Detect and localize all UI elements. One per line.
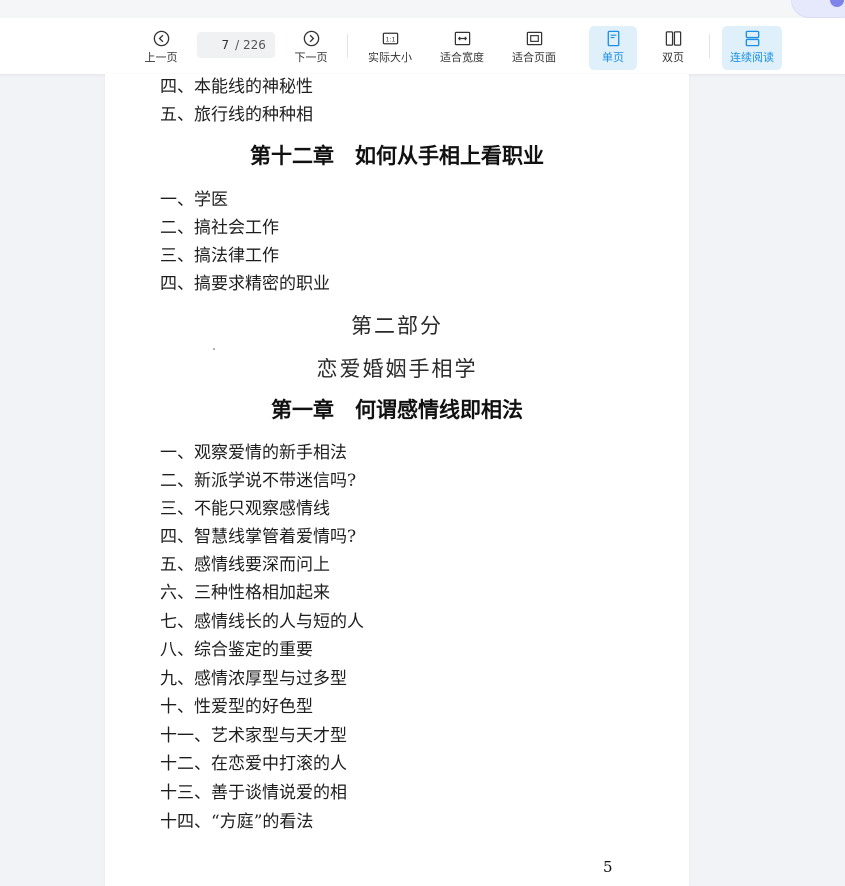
part-title: 第二部分 xyxy=(351,314,443,338)
actual-size-label: 实际大小 xyxy=(368,51,412,64)
toc-line: 四、搞要求精密的职业 xyxy=(160,274,330,294)
toc-line: 九、感情浓厚型与过多型 xyxy=(160,669,347,689)
toc-line: 一、学医 xyxy=(160,190,228,210)
toc-line: 十、性爱型的好色型 xyxy=(160,697,313,717)
continuous-reading-icon xyxy=(745,30,759,47)
page-number: 5 xyxy=(603,858,613,876)
toc-line: 五、感情线要深而问上 xyxy=(160,555,330,575)
fit-width-icon xyxy=(454,31,470,46)
toc-line: 十一、艺术家型与天才型 xyxy=(160,726,347,746)
assistant-floating-button[interactable] xyxy=(791,0,845,18)
toc-line: 七、感情线长的人与短的人 xyxy=(160,612,364,632)
toc-line: 四、智慧线掌管着爱情吗? xyxy=(160,527,357,547)
toc-line: 五、旅行线的种种相 xyxy=(160,105,313,125)
toc-line: 三、搞法律工作 xyxy=(160,246,279,266)
chapter-heading: 第十二章 如何从手相上看职业 xyxy=(250,144,544,168)
fit-page-button[interactable]: 适合页面 xyxy=(506,26,562,70)
toc-line: 四、本能线的神秘性 xyxy=(160,77,313,97)
toc-line: 十三、善于谈情说爱的相 xyxy=(160,783,347,803)
svg-text:1:1: 1:1 xyxy=(385,36,395,43)
actual-size-icon: 1:1 xyxy=(382,32,398,45)
page-number-input[interactable] xyxy=(203,38,230,52)
single-page-icon xyxy=(607,30,619,47)
prev-page-button[interactable]: 上一页 xyxy=(138,26,184,70)
continuous-reading-button[interactable]: 连续阅读 xyxy=(722,26,782,70)
chevron-right-circle-icon xyxy=(303,30,319,47)
fit-page-icon xyxy=(526,31,542,46)
fit-width-button[interactable]: 适合宽度 xyxy=(434,26,490,70)
toc-line: 三、不能只观察感情线 xyxy=(160,499,330,519)
double-page-label: 双页 xyxy=(662,51,684,64)
toc-line: 十四、“方庭”的看法 xyxy=(160,812,314,832)
total-pages: / 226 xyxy=(235,38,266,52)
double-page-button[interactable]: 双页 xyxy=(650,26,696,70)
toc-line: 二、新派学说不带迷信吗? xyxy=(160,471,357,491)
fit-width-label: 适合宽度 xyxy=(440,51,484,64)
chapter-heading: 第一章 何谓感情线即相法 xyxy=(271,398,523,422)
reader-toolbar: 上一页 / 226 下一页 1:1 实际大小 适合宽度 适合页面 单页 双页 连… xyxy=(0,18,845,75)
continuous-reading-label: 连续阅读 xyxy=(730,51,774,64)
toc-line: 十二、在恋爱中打滚的人 xyxy=(160,754,347,774)
page-indicator: / 226 xyxy=(197,32,275,58)
scan-speck xyxy=(213,348,215,350)
chevron-left-circle-icon xyxy=(153,30,169,47)
part-subtitle: 恋爱婚姻手相学 xyxy=(316,357,478,381)
next-page-label: 下一页 xyxy=(294,51,328,64)
prev-page-label: 上一页 xyxy=(144,51,178,64)
next-page-button[interactable]: 下一页 xyxy=(288,26,334,70)
toc-line: 二、搞社会工作 xyxy=(160,218,279,238)
toc-line: 六、三种性格相加起来 xyxy=(160,583,330,603)
actual-size-button[interactable]: 1:1 实际大小 xyxy=(362,26,418,70)
single-page-label: 单页 xyxy=(602,51,624,64)
toolbar-divider xyxy=(709,34,710,58)
single-page-button[interactable]: 单页 xyxy=(589,26,637,70)
double-page-icon xyxy=(665,31,681,46)
toc-line: 八、综合鉴定的重要 xyxy=(160,640,313,660)
toolbar-divider xyxy=(347,34,348,58)
document-page: 四、本能线的神秘性 五、旅行线的种种相 第十二章 如何从手相上看职业 一、学医 … xyxy=(105,74,689,886)
toc-line: 一、观察爱情的新手相法 xyxy=(160,443,347,463)
top-strip xyxy=(0,0,845,18)
fit-page-label: 适合页面 xyxy=(512,51,556,64)
